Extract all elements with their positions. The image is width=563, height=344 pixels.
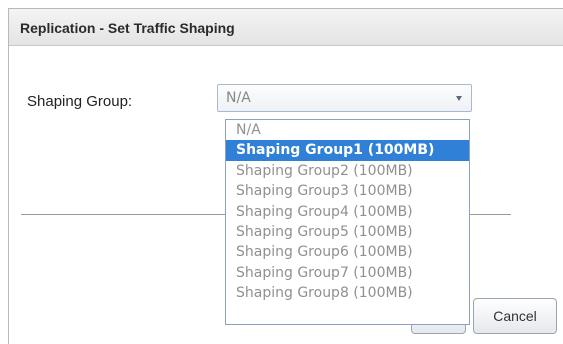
- shaping-group-selected-value: N/A: [226, 90, 251, 106]
- shaping-group-select[interactable]: N/A: [217, 84, 472, 112]
- dropdown-option-group4[interactable]: Shaping Group4 (100MB): [226, 202, 469, 222]
- dropdown-option-group3[interactable]: Shaping Group3 (100MB): [226, 181, 469, 201]
- shaping-group-label: Shaping Group:: [27, 93, 133, 110]
- dropdown-option-group7[interactable]: Shaping Group7 (100MB): [226, 263, 469, 283]
- dialog-title-bar[interactable]: Replication - Set Traffic Shaping: [9, 9, 563, 46]
- dropdown-option-group1[interactable]: Shaping Group1 (100MB): [226, 140, 469, 161]
- dropdown-option-group8[interactable]: Shaping Group8 (100MB): [226, 283, 469, 303]
- chevron-down-icon: [456, 96, 462, 101]
- traffic-shaping-dialog: Replication - Set Traffic Shaping Shapin…: [8, 8, 563, 344]
- cancel-button[interactable]: Cancel: [473, 298, 557, 334]
- dropdown-option-na[interactable]: N/A: [226, 120, 469, 140]
- shaping-group-dropdown-list: N/A Shaping Group1 (100MB) Shaping Group…: [225, 119, 470, 325]
- dropdown-option-group5[interactable]: Shaping Group5 (100MB): [226, 222, 469, 242]
- dropdown-option-group6[interactable]: Shaping Group6 (100MB): [226, 242, 469, 262]
- dialog-title: Replication - Set Traffic Shaping: [20, 20, 235, 36]
- dropdown-option-group2[interactable]: Shaping Group2 (100MB): [226, 161, 469, 181]
